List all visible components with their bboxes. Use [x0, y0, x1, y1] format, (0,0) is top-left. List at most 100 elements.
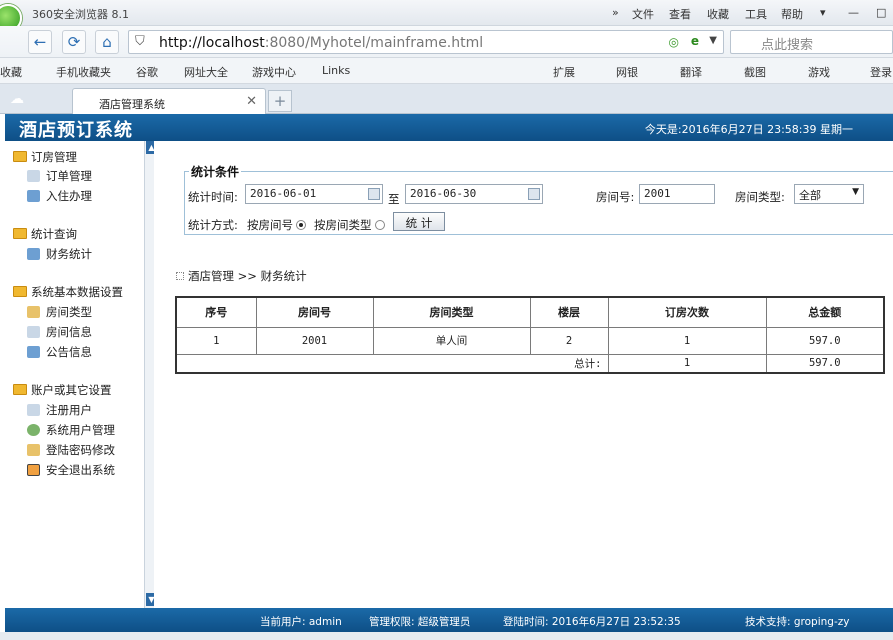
browser-name: 360安全浏览器 8.1 [32, 8, 129, 21]
menu-tools[interactable]: 工具 [745, 6, 767, 22]
sidebar-item-finance[interactable]: 财务统计 [27, 246, 92, 262]
tab-hotel-system[interactable]: 酒店管理系统 ✕ [72, 88, 266, 114]
date-to-input[interactable]: 2016-06-30 [405, 184, 543, 204]
fav-item[interactable]: 谷歌 [136, 64, 158, 80]
table-header-row: 序号 房间号 房间类型 楼层 订房次数 总金额 [175, 296, 885, 328]
folder-icon [13, 151, 27, 162]
radio-unchecked-icon[interactable] [374, 220, 385, 230]
sidebar-item-orders[interactable]: 订单管理 [27, 168, 92, 184]
calendar-icon[interactable] [528, 188, 540, 200]
user-role: 管理权限: 超级管理员 [369, 616, 471, 628]
dropdown-arrow-icon[interactable]: ▼ [709, 35, 717, 46]
home-icon[interactable]: ⌂ [95, 30, 119, 54]
col-header: 订房次数 [607, 296, 767, 328]
close-icon[interactable]: ✕ [246, 94, 257, 109]
sidebar-item-room-types[interactable]: 房间类型 [27, 304, 92, 320]
address-toolbar: ← ⟳ ⌂ ⛉ http://localhost:8080/Myhotel/ma… [0, 26, 893, 58]
tool-screenshot[interactable]: 截图 [744, 64, 766, 80]
tool-translate[interactable]: 翻译 [680, 64, 702, 80]
chevron-down-icon: ▼ [852, 187, 859, 197]
menu-view[interactable]: 查看 [669, 6, 691, 22]
fav-item[interactable]: Links [322, 64, 350, 77]
sidebar-item-logout[interactable]: 安全退出系统 [27, 462, 115, 478]
refresh-icon[interactable]: ⟳ [62, 30, 86, 54]
cell-bookings: 1 [607, 326, 767, 355]
cell-room-no: 2001 [255, 326, 374, 355]
sidebar-item-room-info[interactable]: 房间信息 [27, 324, 92, 340]
radio-by-room-type[interactable]: 按房间类型 [314, 217, 385, 233]
tool-extensions[interactable]: 扩展 [553, 64, 575, 80]
to-label: 至 [388, 192, 400, 206]
cell-floor: 2 [529, 326, 609, 355]
current-datetime: 今天是:2016年6月27日 23:58:39 星期一 [644, 123, 853, 136]
total-bookings: 1 [607, 353, 767, 374]
tool-bank[interactable]: 网银 [616, 64, 638, 80]
folder-icon [13, 228, 27, 239]
radio-checked-icon[interactable] [296, 220, 306, 230]
col-header: 楼层 [529, 296, 609, 328]
cell-amount: 597.0 [765, 326, 885, 355]
fav-item[interactable]: 网址大全 [184, 64, 228, 80]
new-tab-button[interactable]: + [268, 90, 292, 112]
fav-item[interactable]: 手机收藏夹 [56, 64, 111, 80]
chevron-right-icon[interactable]: » [612, 6, 619, 19]
col-header: 房间号 [255, 296, 374, 328]
url-text[interactable]: http://localhost:8080/Myhotel/mainframe.… [159, 35, 483, 51]
sidebar-item-register[interactable]: 注册用户 [27, 402, 92, 418]
sidebar-group-stats[interactable]: 统计查询 [13, 226, 77, 242]
room-no-input[interactable]: 2001 [639, 184, 715, 204]
menu-help[interactable]: 帮助 [781, 6, 803, 22]
browser-statusbar [0, 632, 893, 640]
folder-icon [13, 286, 27, 297]
cell-room-type: 单人间 [372, 326, 531, 355]
fav-item[interactable]: 收藏 [0, 64, 22, 80]
cloud-icon[interactable]: ☁ [10, 91, 24, 107]
total-label: 总计: [175, 353, 609, 374]
table-row: 1 2001 单人间 2 1 597.0 [175, 326, 885, 355]
shirt-icon[interactable]: ▾ [820, 6, 826, 19]
main-content: 统计条件 统计时间: 2016-06-01 至 2016-06-30 房间号: … [154, 141, 893, 608]
method-label: 统计方式: [188, 218, 238, 232]
shield-icon: ⛉ [135, 34, 145, 49]
col-header: 房间类型 [372, 296, 531, 328]
finance-table: 序号 房间号 房间类型 楼层 订房次数 总金额 1 2001 单人间 2 1 5… [175, 296, 885, 374]
sidebar-item-password[interactable]: 登陆密码修改 [27, 442, 115, 458]
sidebar-item-system-users[interactable]: 系统用户管理 [27, 422, 115, 438]
status-bar: 当前用户: admin 管理权限: 超级管理员 登陆时间: 2016年6月27日… [5, 608, 893, 632]
maximize-icon[interactable]: □ [876, 6, 886, 19]
sidebar-group-booking[interactable]: 订房管理 [13, 149, 77, 165]
sidebar-item-notices[interactable]: 公告信息 [27, 344, 92, 360]
document-icon [27, 326, 40, 338]
favorites-bar: 收藏 手机收藏夹 谷歌 网址大全 游戏中心 Links 扩展 网银 翻译 截图 … [0, 58, 893, 84]
fav-item[interactable]: 游戏中心 [252, 64, 296, 80]
pencil-icon [27, 306, 40, 318]
calendar-icon[interactable] [368, 188, 380, 200]
ie-mode-icon[interactable]: e [691, 34, 699, 48]
menu-file[interactable]: 文件 [632, 6, 654, 22]
sidebar-group-accounts[interactable]: 账户或其它设置 [13, 382, 112, 398]
breadcrumb: 酒店管理 >> 财务统计 [176, 268, 307, 284]
search-input[interactable]: 点此搜索 [730, 30, 893, 54]
login-time: 登陆时间: 2016年6月27日 23:52:35 [503, 616, 681, 628]
form-icon [27, 346, 40, 358]
stat-button[interactable]: 统 计 [393, 212, 445, 231]
address-bar[interactable]: ⛉ http://localhost:8080/Myhotel/mainfram… [128, 30, 724, 54]
cell-index: 1 [175, 326, 257, 355]
back-icon[interactable]: ← [28, 30, 52, 54]
radio-by-room-no[interactable]: 按房间号 [247, 217, 306, 233]
sidebar-item-checkin[interactable]: 入住办理 [27, 188, 92, 204]
minimize-icon[interactable]: — [848, 6, 859, 19]
date-from-input[interactable]: 2016-06-01 [245, 184, 383, 204]
menu-favorites[interactable]: 收藏 [707, 6, 729, 22]
speed-icon[interactable]: ◎ [669, 35, 679, 49]
tool-login[interactable]: 登录 [870, 64, 892, 80]
document-icon [27, 170, 40, 182]
bullet-icon [176, 272, 184, 280]
sidebar-group-basic-data[interactable]: 系统基本数据设置 [13, 284, 123, 300]
page-title: 酒店预订系统 [19, 120, 133, 141]
room-type-select[interactable]: 全部 ▼ [794, 184, 864, 204]
form-icon [27, 190, 40, 202]
tool-games[interactable]: 游戏 [808, 64, 830, 80]
total-amount: 597.0 [765, 353, 885, 374]
room-no-label: 房间号: [596, 190, 635, 204]
